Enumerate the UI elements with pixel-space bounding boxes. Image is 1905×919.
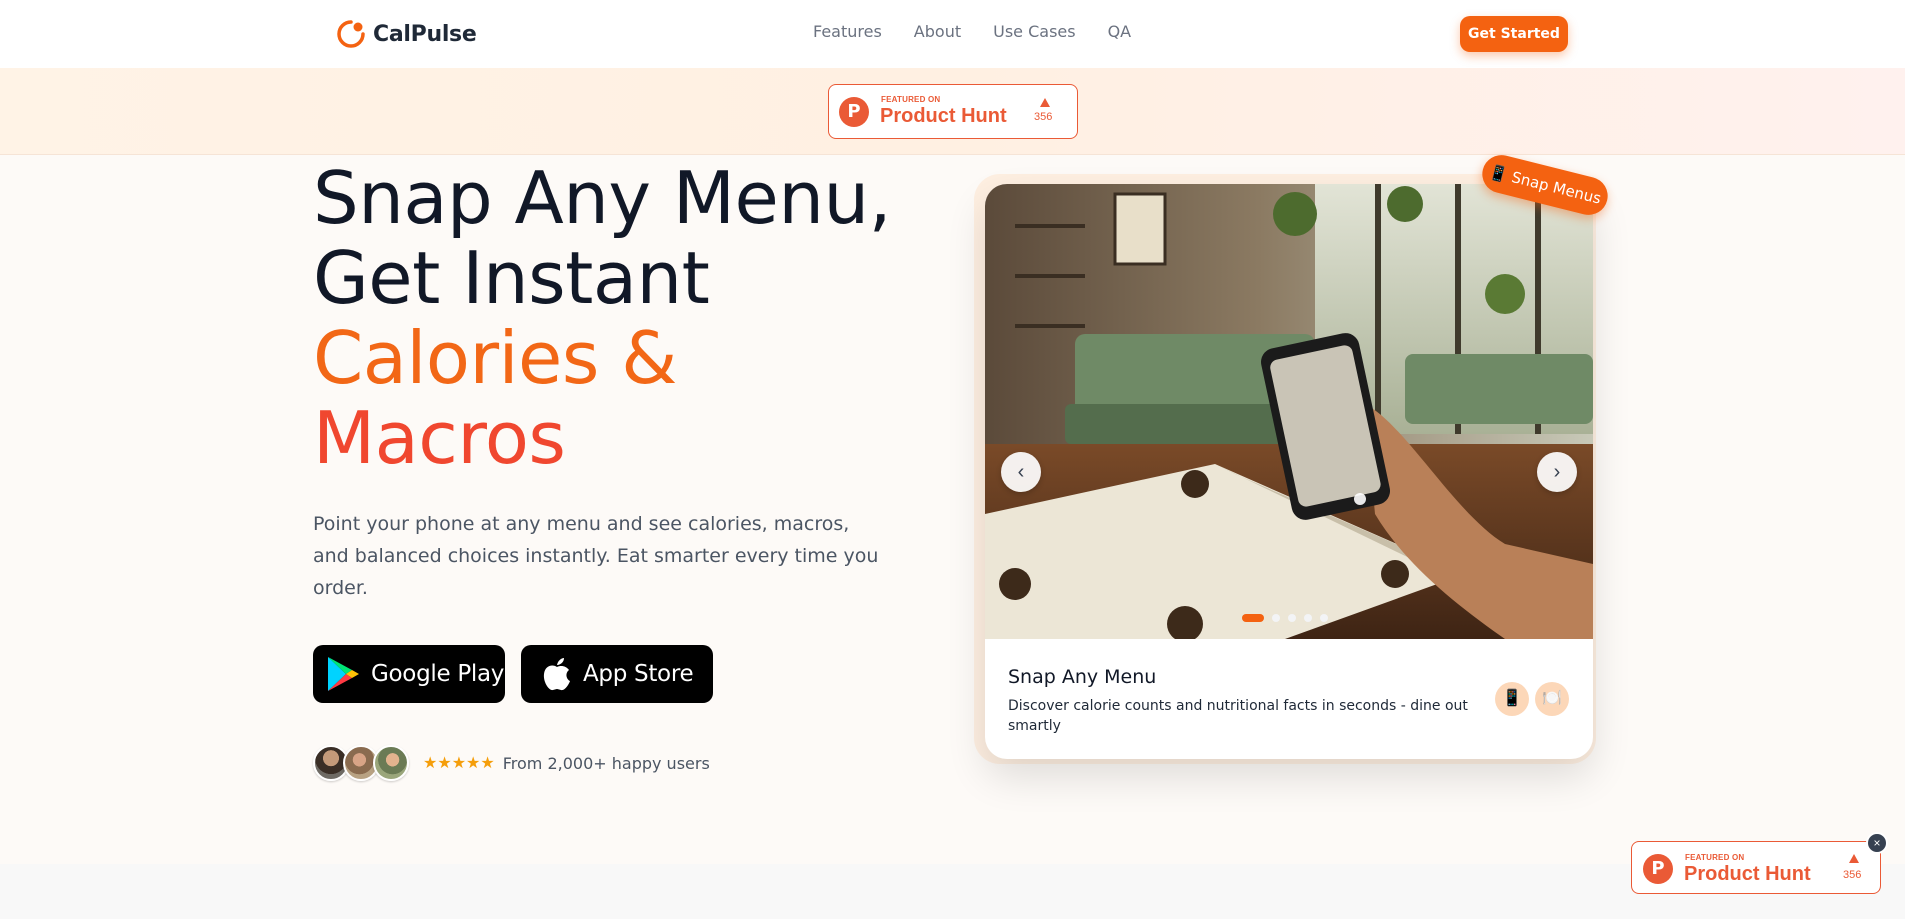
google-play-label: Google Play: [371, 661, 505, 687]
upvote-icon: [1849, 854, 1859, 863]
nav-link-features[interactable]: Features: [813, 22, 882, 41]
hero-description: Point your phone at any menu and see cal…: [313, 513, 879, 599]
close-badge-button[interactable]: ×: [1866, 832, 1888, 854]
brand-logo[interactable]: CalPulse: [335, 18, 477, 50]
happy-users-text: From 2,000+ happy users: [502, 753, 710, 773]
social-proof: ★★★★★ From 2,000+ happy users: [313, 745, 710, 781]
nav-link-qa[interactable]: QA: [1108, 22, 1132, 41]
hero-title-line-1: Snap Any Menu,: [313, 156, 892, 240]
google-play-button[interactable]: Google Play: [313, 645, 505, 703]
hero-title-line-3: Calories &: [313, 316, 677, 400]
hero-title-line-4: Macros: [313, 396, 566, 480]
brand-name: CalPulse: [373, 21, 477, 47]
nav-link-about[interactable]: About: [914, 22, 961, 41]
featured-on-label: FEATURED ON: [881, 95, 941, 104]
app-store-label: App Store: [583, 661, 694, 687]
upvote-count: 356: [1034, 111, 1053, 123]
product-hunt-icon: P: [839, 97, 869, 127]
carousel-dot-4[interactable]: [1304, 614, 1312, 622]
carousel-dot-3[interactable]: [1288, 614, 1296, 622]
carousel-prev-button[interactable]: ‹: [1001, 452, 1041, 492]
featured-on-label: FEATURED ON: [1685, 853, 1745, 862]
product-hunt-banner: P FEATURED ON Product Hunt 356: [0, 68, 1905, 155]
carousel-dots: [1242, 614, 1328, 622]
apple-icon: [543, 658, 570, 691]
user-avatars: [313, 745, 409, 781]
upvote-count: 356: [1843, 869, 1862, 881]
product-hunt-name: Product Hunt: [880, 105, 1007, 127]
hero-title-line-2: Get Instant: [313, 236, 710, 320]
carousel-dot-5[interactable]: [1320, 614, 1328, 622]
app-store-button[interactable]: App Store: [521, 645, 713, 703]
nav-links: Features About Use Cases QA: [813, 22, 1131, 41]
product-hunt-floating-badge[interactable]: P FEATURED ON Product Hunt 356: [1631, 841, 1881, 894]
feature-carousel: ‹ › Snap Any Menu Discover calorie count…: [985, 184, 1593, 759]
google-play-icon: [328, 657, 359, 691]
top-nav: CalPulse Features About Use Cases QA Get…: [0, 0, 1905, 68]
product-hunt-badge[interactable]: P FEATURED ON Product Hunt 356: [828, 84, 1078, 139]
next-section: [0, 864, 1905, 919]
plate-icon: 🍽️: [1535, 682, 1569, 716]
rating-stars: ★★★★★: [423, 755, 495, 772]
phone-icon: 📱: [1495, 682, 1529, 716]
product-hunt-icon: P: [1643, 854, 1673, 884]
avatar: [373, 745, 409, 781]
carousel-next-button[interactable]: ›: [1537, 452, 1577, 492]
get-started-button[interactable]: Get Started: [1460, 16, 1568, 52]
carousel-image: [985, 184, 1593, 639]
product-hunt-name: Product Hunt: [1684, 863, 1811, 885]
upvote-icon: [1040, 98, 1050, 107]
slide-title: Snap Any Menu: [1008, 666, 1157, 688]
logo-icon: [337, 20, 365, 48]
slide-description: Discover calorie counts and nutritional …: [1008, 698, 1468, 734]
nav-link-use-cases[interactable]: Use Cases: [993, 22, 1075, 41]
hero-title: Snap Any Menu, Get Instant Calories & Ma…: [313, 158, 913, 478]
carousel-dot-2[interactable]: [1272, 614, 1280, 622]
carousel-dot-1[interactable]: [1242, 614, 1264, 622]
